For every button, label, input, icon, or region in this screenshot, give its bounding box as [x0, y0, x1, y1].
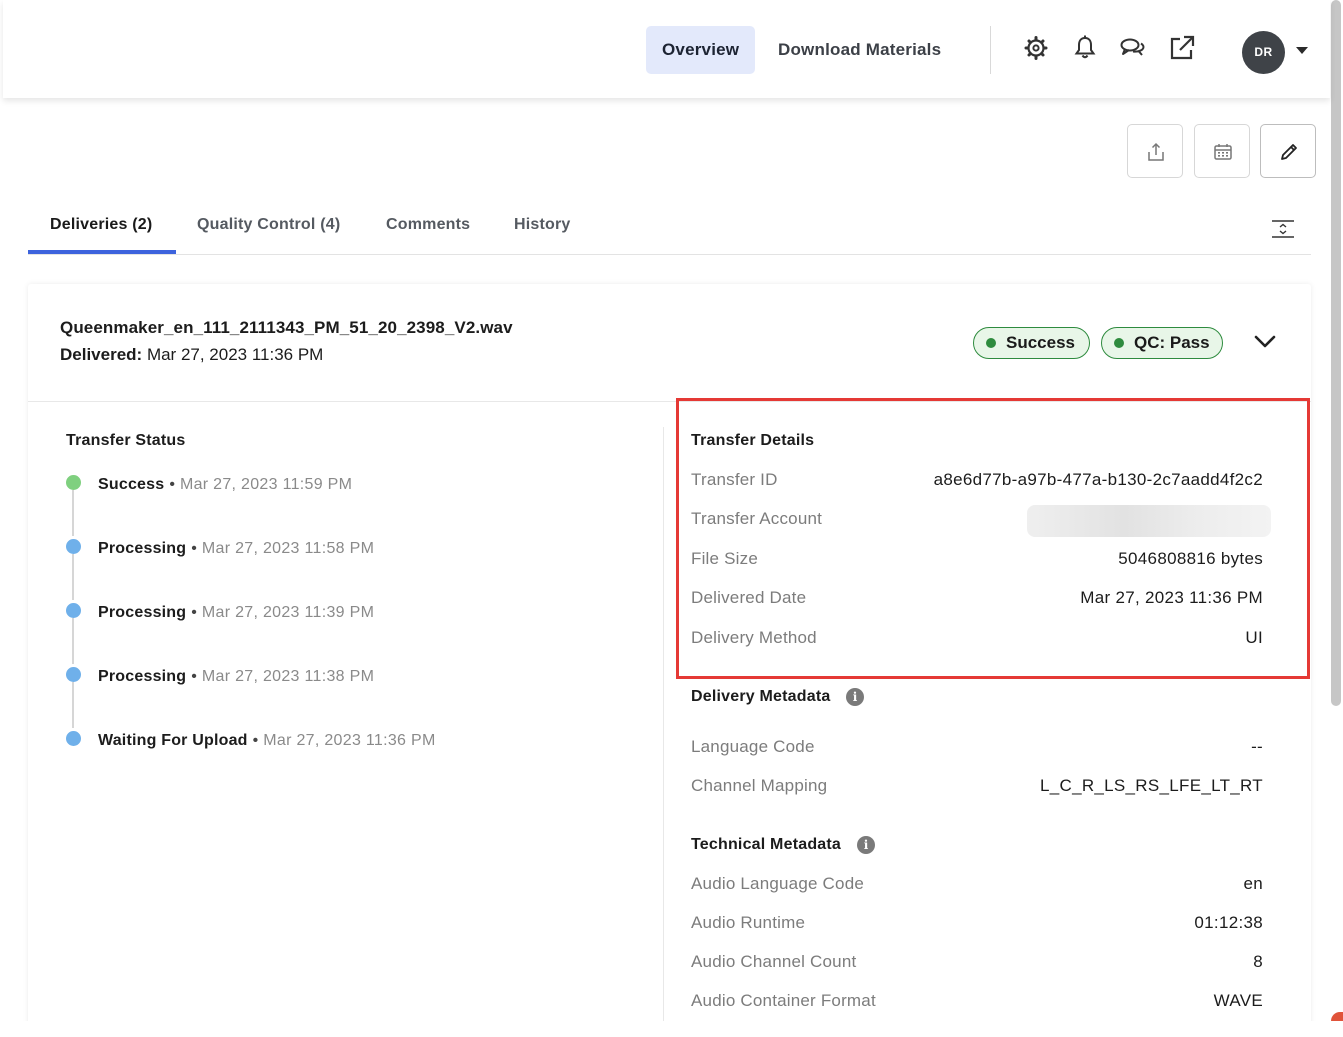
bell-icon[interactable]	[1072, 34, 1098, 62]
detail-label-transfer-id: Transfer ID	[691, 470, 778, 489]
timeline-connector	[72, 618, 74, 664]
separator: •	[191, 668, 197, 685]
delivery-metadata-title: Delivery Metadata	[691, 688, 831, 705]
detail-label-audio-container-format: Audio Container Format	[691, 991, 876, 1010]
timeline-time: Mar 27, 2023 11:58 PM	[201, 540, 375, 557]
detail-value-channel-mapping: L_C_R_LS_RS_LFE_LT_RT	[1039, 776, 1263, 795]
badge-label: QC: Pass	[1134, 333, 1210, 352]
timeline-dot	[66, 667, 81, 682]
timeline-dot	[66, 603, 81, 618]
avatar[interactable]: DR	[1242, 31, 1285, 74]
detail-value-file-size: 5046808816 bytes	[1118, 549, 1263, 568]
detail-value-audio-language-code: en	[1243, 874, 1263, 893]
page-bottom-edge	[0, 1021, 1343, 1037]
tabs-divider	[28, 254, 1311, 255]
edit-icon	[1281, 144, 1297, 160]
detail-value-audio-runtime: 01:12:38	[1194, 913, 1263, 932]
badge-label: Success	[1006, 333, 1075, 352]
timeline-status: Processing	[98, 540, 187, 557]
detail-value-delivery-method: UI	[1245, 628, 1263, 647]
info-icon[interactable]: i	[857, 836, 875, 854]
delivered-value: Mar 27, 2023 11:36 PM	[146, 345, 324, 364]
timeline-time: Mar 27, 2023 11:39 PM	[201, 604, 375, 621]
timeline-item: Waiting For Upload • Mar 27, 2023 11:36 PM	[98, 732, 436, 750]
status-badge-success: Success	[973, 327, 1090, 359]
timeline-status: Processing	[98, 604, 187, 621]
top-navigation-bar: Overview Download Materials DR	[3, 0, 1330, 98]
technical-metadata-title: Technical Metadata	[691, 836, 842, 853]
detail-value-transfer-id: a8e6d77b-a97b-477a-b130-2c7aadd4f2c2	[933, 470, 1263, 489]
column-divider	[663, 427, 664, 1027]
timeline-time: Mar 27, 2023 11:59 PM	[179, 476, 353, 493]
timeline-item: Processing • Mar 27, 2023 11:39 PM	[98, 604, 374, 622]
timeline-time: Mar 27, 2023 11:38 PM	[201, 668, 375, 685]
timeline-time: Mar 27, 2023 11:36 PM	[263, 732, 436, 749]
detail-value-language-code: --	[1251, 737, 1263, 756]
detail-label-transfer-account: Transfer Account	[691, 509, 823, 528]
delivery-file-name: Queenmaker_en_111_2111343_PM_51_20_2398_…	[60, 318, 513, 337]
nav-divider	[990, 26, 991, 74]
timeline-dot	[66, 475, 81, 490]
timeline-dot	[66, 539, 81, 554]
detail-label-audio-runtime: Audio Runtime	[691, 913, 806, 932]
timeline-status: Waiting For Upload	[98, 732, 248, 749]
detail-label-delivered-date: Delivered Date	[691, 588, 807, 607]
nav-tab-overview[interactable]: Overview	[646, 26, 756, 74]
detail-label-audio-language-code: Audio Language Code	[691, 874, 865, 893]
delivered-date-line: Delivered: Mar 27, 2023 11:36 PM	[60, 345, 323, 365]
delivered-label: Delivered:	[60, 345, 143, 364]
detail-label-delivery-method: Delivery Method	[691, 628, 817, 647]
detail-value-audio-container-format: WAVE	[1213, 991, 1263, 1010]
nav-tab-download-materials[interactable]: Download Materials	[762, 26, 957, 74]
upload-button[interactable]	[1127, 124, 1183, 178]
detail-label-channel-mapping: Channel Mapping	[691, 776, 828, 795]
tab-quality-control[interactable]: Quality Control (4)	[197, 216, 340, 246]
status-dot	[986, 338, 996, 348]
chevron-down-icon[interactable]	[1296, 47, 1308, 54]
tab-history[interactable]: History	[514, 216, 571, 246]
detail-label-audio-channel-count: Audio Channel Count	[691, 952, 857, 971]
tab-deliveries[interactable]: Deliveries (2)	[50, 216, 152, 246]
separator: •	[191, 604, 197, 621]
detail-label-file-size: File Size	[691, 549, 758, 568]
chat-icon[interactable]	[1119, 34, 1145, 62]
timeline-status: Processing	[98, 668, 187, 685]
separator: •	[252, 732, 259, 749]
gear-icon[interactable]	[1023, 34, 1049, 62]
upload-icon	[1148, 142, 1164, 161]
collapse-all-icon[interactable]	[1270, 218, 1296, 245]
info-icon[interactable]: i	[846, 688, 864, 706]
separator: •	[191, 540, 197, 557]
scrollbar-thumb[interactable]	[1331, 0, 1341, 706]
timeline-item: Processing • Mar 27, 2023 11:38 PM	[98, 668, 374, 686]
chevron-down-icon[interactable]	[1254, 332, 1276, 357]
transfer-status-title: Transfer Status	[66, 432, 186, 449]
detail-value-audio-channel-count: 8	[1253, 952, 1263, 971]
timeline-item: Success • Mar 27, 2023 11:59 PM	[98, 476, 352, 494]
timeline-item: Processing • Mar 27, 2023 11:58 PM	[98, 540, 374, 558]
redacted-transfer-account	[1027, 505, 1271, 537]
status-badge-qc: QC: Pass	[1101, 327, 1223, 359]
edit-button[interactable]	[1260, 124, 1316, 178]
transfer-details-title: Transfer Details	[691, 432, 815, 449]
separator: •	[169, 476, 175, 493]
tab-comments[interactable]: Comments	[386, 216, 470, 246]
detail-label-language-code: Language Code	[691, 737, 815, 756]
timeline-connector	[72, 682, 74, 728]
status-dot	[1114, 338, 1124, 348]
calendar-icon	[1214, 144, 1232, 160]
external-link-icon[interactable]	[1168, 34, 1195, 62]
timeline-status: Success	[98, 476, 165, 493]
schedule-button[interactable]	[1194, 124, 1250, 178]
timeline-connector	[72, 490, 74, 536]
timeline-connector	[72, 554, 74, 600]
timeline-dot	[66, 731, 81, 746]
detail-value-delivered-date: Mar 27, 2023 11:36 PM	[1080, 588, 1263, 607]
